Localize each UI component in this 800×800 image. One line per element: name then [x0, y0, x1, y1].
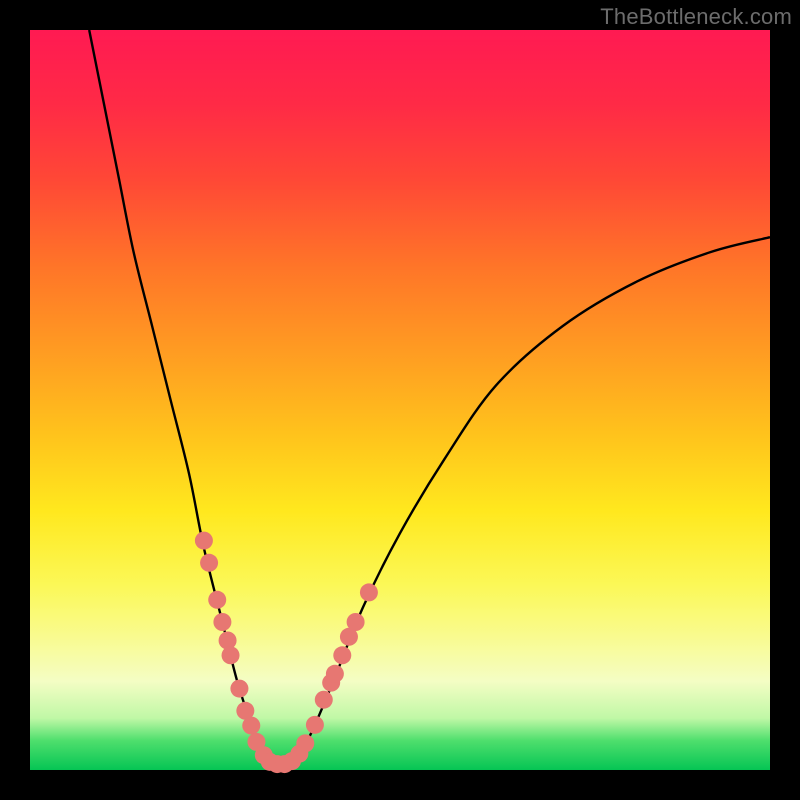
curve-marker — [219, 632, 237, 650]
curve-marker — [333, 646, 351, 664]
curve-marker — [242, 717, 260, 735]
curve-marker — [306, 716, 324, 734]
curve-markers — [195, 532, 378, 773]
plot-area — [30, 30, 770, 770]
curve-marker — [360, 583, 378, 601]
outer-frame: TheBottleneck.com — [0, 0, 800, 800]
curve-marker — [222, 646, 240, 664]
watermark-text: TheBottleneck.com — [600, 4, 792, 30]
curve-marker — [208, 591, 226, 609]
curve-marker — [200, 554, 218, 572]
chart-svg — [30, 30, 770, 770]
curve-marker — [195, 532, 213, 550]
curve-marker — [296, 734, 314, 752]
bottleneck-curve — [89, 30, 770, 765]
curve-marker — [213, 613, 231, 631]
curve-marker — [230, 680, 248, 698]
curve-marker — [347, 613, 365, 631]
curve-marker — [315, 691, 333, 709]
curve-marker — [326, 665, 344, 683]
